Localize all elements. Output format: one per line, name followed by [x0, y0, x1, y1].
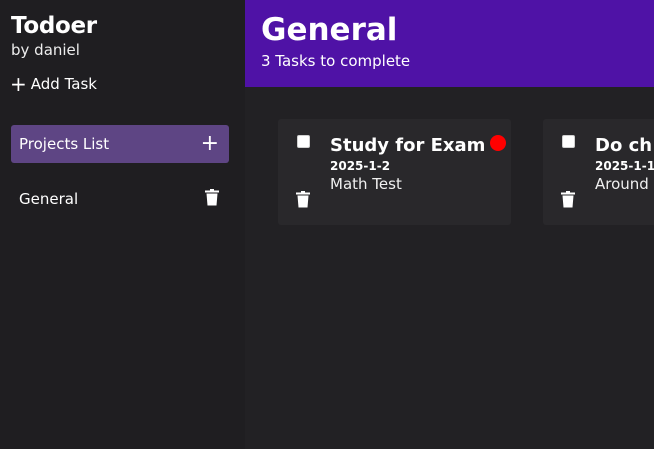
add-task-label: Add Task: [30, 75, 97, 93]
plus-icon: +: [10, 72, 27, 96]
app-author: by daniel: [11, 41, 80, 59]
add-project-icon[interactable]: +: [201, 133, 219, 155]
add-task-button[interactable]: + Add Task: [10, 72, 97, 96]
sidebar-item-general[interactable]: General: [11, 186, 229, 212]
task-description: Math Test: [330, 175, 402, 193]
task-date: 2025-1-2: [330, 159, 391, 173]
delete-task-button[interactable]: [561, 191, 575, 212]
delete-task-button[interactable]: [296, 191, 310, 212]
trash-icon: [296, 191, 310, 208]
trash-icon: [561, 191, 575, 208]
projects-list-header: Projects List +: [11, 125, 229, 163]
trash-icon: [205, 188, 219, 205]
app-root: Todoer by daniel + Add Task Projects Lis…: [0, 0, 654, 449]
project-header: General 3 Tasks to complete: [245, 0, 654, 87]
task-card: Study for Exam 2025-1-2 Math Test: [278, 119, 511, 225]
task-date: 2025-1-1: [595, 159, 654, 173]
task-description: Around: [595, 175, 649, 193]
delete-project-button[interactable]: [205, 188, 219, 210]
page-title: General: [261, 12, 398, 48]
projects-list-label: Projects List: [19, 135, 110, 153]
task-title: Study for Exam: [330, 135, 486, 156]
task-complete-checkbox[interactable]: [297, 135, 310, 148]
sidebar: Todoer by daniel + Add Task Projects Lis…: [0, 0, 245, 449]
priority-indicator: [490, 135, 506, 151]
task-card: Do ch 2025-1-1 Around: [543, 119, 654, 225]
task-complete-checkbox[interactable]: [562, 135, 575, 148]
app-name: Todoer: [11, 13, 97, 39]
tasks-count: 3 Tasks to complete: [261, 52, 411, 70]
task-title: Do ch: [595, 135, 653, 156]
project-label: General: [19, 190, 79, 208]
